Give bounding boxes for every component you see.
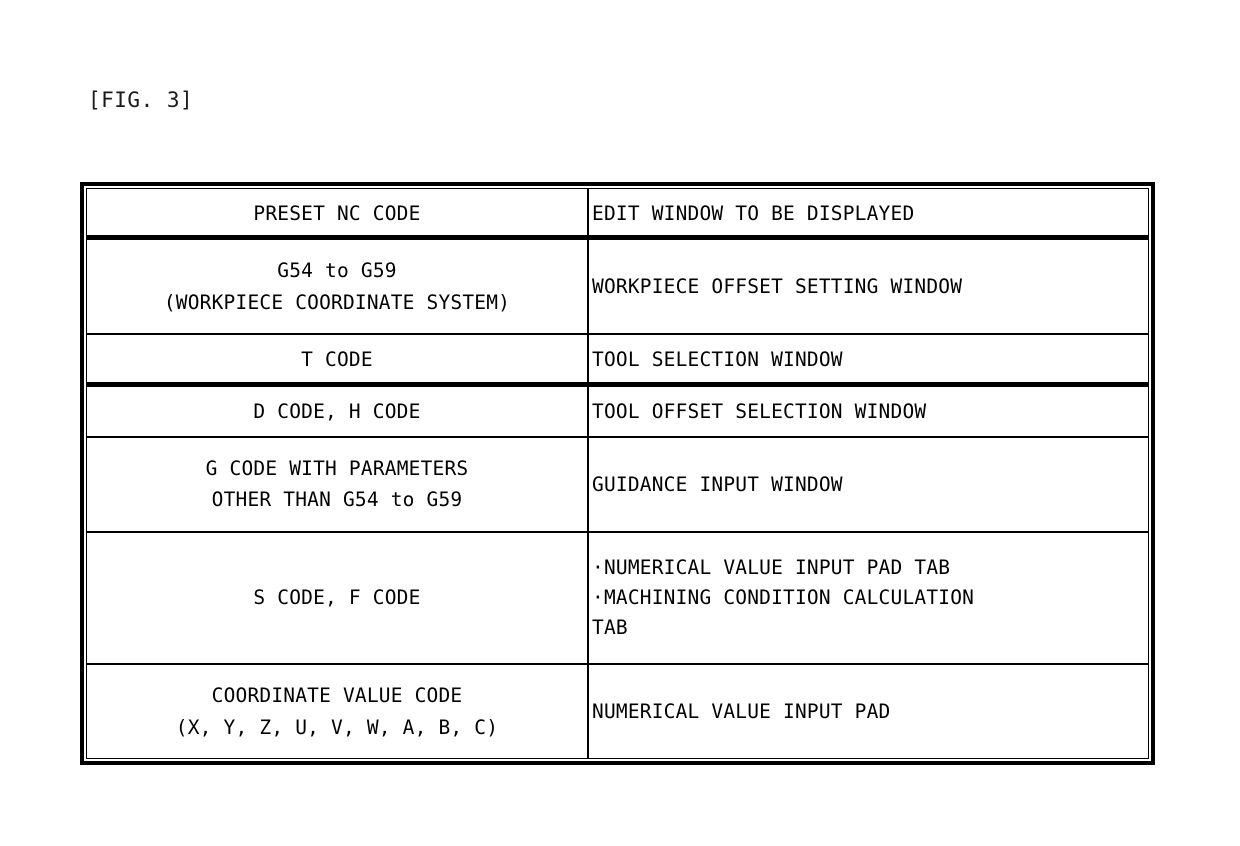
table-row: G CODE WITH PARAMETERS OTHER THAN G54 to… (87, 437, 1148, 533)
cell-edit-window: TOOL OFFSET SELECTION WINDOW (588, 385, 1148, 439)
mapping-table-inner-border: PRESET NC CODE EDIT WINDOW TO BE DISPLAY… (86, 188, 1149, 759)
header-label-edit-window: EDIT WINDOW TO BE DISPLAYED (592, 201, 915, 225)
cell-nc-code: COORDINATE VALUE CODE (X, Y, Z, U, V, W,… (87, 664, 589, 758)
cell-nc-code: D CODE, H CODE (87, 385, 589, 439)
nc-code-text: G54 to G59 (WORKPIECE COORDINATE SYSTEM) (163, 259, 511, 314)
cell-edit-window: WORKPIECE OFFSET SETTING WINDOW (588, 239, 1148, 335)
edit-window-text: GUIDANCE INPUT WINDOW (592, 472, 843, 496)
cell-nc-code: T CODE (87, 334, 589, 387)
table-header-row: PRESET NC CODE EDIT WINDOW TO BE DISPLAY… (87, 189, 1148, 241)
figure-label: [FIG. 3] (88, 88, 194, 112)
nc-code-text: S CODE, F CODE (253, 586, 421, 610)
header-cell-edit-window: EDIT WINDOW TO BE DISPLAYED (588, 189, 1148, 241)
cell-edit-window: TOOL SELECTION WINDOW (588, 334, 1148, 387)
nc-code-text: COORDINATE VALUE CODE (X, Y, Z, U, V, W,… (175, 684, 499, 739)
table-row: COORDINATE VALUE CODE (X, Y, Z, U, V, W,… (87, 664, 1148, 758)
edit-window-text: NUMERICAL VALUE INPUT PAD (592, 699, 891, 723)
mapping-table-frame: PRESET NC CODE EDIT WINDOW TO BE DISPLAY… (80, 182, 1155, 765)
edit-window-text: ·NUMERICAL VALUE INPUT PAD TAB ·MACHININ… (592, 555, 975, 640)
nc-code-text: G CODE WITH PARAMETERS OTHER THAN G54 to… (205, 456, 469, 512)
nc-code-window-mapping-table: PRESET NC CODE EDIT WINDOW TO BE DISPLAY… (87, 189, 1148, 758)
cell-nc-code: G54 to G59 (WORKPIECE COORDINATE SYSTEM) (87, 239, 589, 335)
table-row: D CODE, H CODE TOOL OFFSET SELECTION WIN… (87, 385, 1148, 439)
cell-edit-window: GUIDANCE INPUT WINDOW (588, 437, 1148, 533)
edit-window-text: TOOL OFFSET SELECTION WINDOW (592, 399, 927, 423)
table-row: G54 to G59 (WORKPIECE COORDINATE SYSTEM)… (87, 239, 1148, 335)
cell-nc-code: G CODE WITH PARAMETERS OTHER THAN G54 to… (87, 437, 589, 533)
nc-code-text: T CODE (301, 347, 373, 371)
nc-code-text: D CODE, H CODE (253, 399, 421, 423)
cell-edit-window: ·NUMERICAL VALUE INPUT PAD TAB ·MACHININ… (588, 531, 1148, 666)
edit-window-text: WORKPIECE OFFSET SETTING WINDOW (592, 274, 963, 298)
edit-window-text: TOOL SELECTION WINDOW (592, 347, 843, 371)
table-row: T CODE TOOL SELECTION WINDOW (87, 334, 1148, 387)
header-cell-preset-nc-code: PRESET NC CODE (87, 189, 589, 241)
cell-nc-code: S CODE, F CODE (87, 531, 589, 666)
cell-edit-window: NUMERICAL VALUE INPUT PAD (588, 664, 1148, 758)
table-row: S CODE, F CODE ·NUMERICAL VALUE INPUT PA… (87, 531, 1148, 666)
header-label-preset-nc-code: PRESET NC CODE (253, 201, 421, 225)
